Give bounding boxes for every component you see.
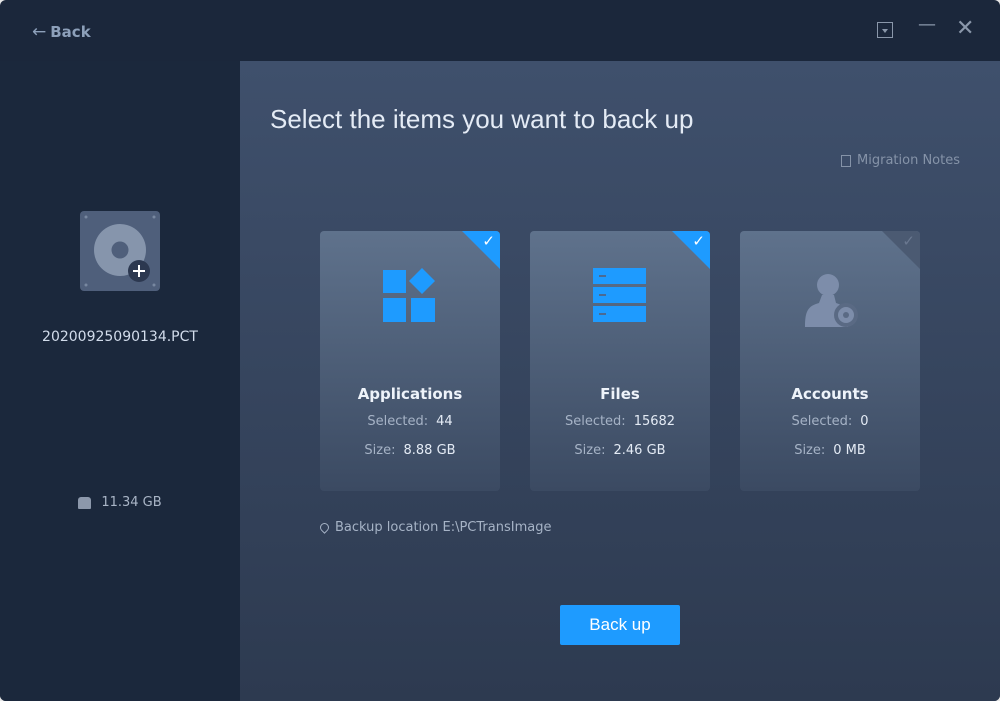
- migration-notes-link[interactable]: Migration Notes: [841, 153, 960, 168]
- menu-dropdown-icon[interactable]: [877, 22, 893, 38]
- arrow-left-icon: ←: [32, 22, 47, 42]
- selected-count: Selected: 15682: [564, 414, 676, 429]
- page-title: Select the items you want to back up: [270, 104, 694, 134]
- selected-count: Selected: 44: [367, 414, 453, 429]
- selected-size: Size: 2.46 GB: [574, 443, 666, 458]
- check-icon: ✓: [482, 232, 495, 250]
- minimize-icon[interactable]: —: [918, 14, 936, 35]
- image-size: 11.34 GB: [0, 495, 240, 510]
- image-size-value: 11.34 GB: [101, 495, 162, 510]
- selected-count: Selected: 0: [791, 414, 869, 429]
- close-icon[interactable]: ✕: [956, 16, 974, 41]
- back-label: Back: [50, 23, 91, 41]
- card-title: Files: [600, 385, 640, 403]
- back-up-button[interactable]: Back up: [560, 605, 680, 645]
- drive-icon: [78, 496, 92, 509]
- app-window: ← Back — ✕ 20200925090134.PCT 11.34 GB Se…: [0, 0, 1000, 701]
- image-file-icon: [80, 211, 160, 291]
- title-bar: ← Back — ✕: [0, 0, 1000, 61]
- applications-icon: [320, 267, 500, 327]
- card-title: Applications: [357, 385, 463, 403]
- main-panel: Select the items you want to back up Mig…: [240, 61, 1000, 701]
- selected-size: Size: 8.88 GB: [364, 443, 456, 458]
- card-files[interactable]: ✓ Files Selected: 15682 Size: 2.46 GB: [530, 231, 710, 491]
- card-accounts[interactable]: ✓ Accounts Selected: 0 Size: 0 MB: [740, 231, 920, 491]
- image-file-name: 20200925090134.PCT: [42, 329, 198, 345]
- back-button[interactable]: ← Back: [32, 22, 91, 42]
- sidebar: [0, 61, 240, 701]
- account-settings-icon: [740, 267, 920, 327]
- location-pin-icon: [318, 521, 331, 534]
- backup-location: Backup location E:\PCTransImage: [318, 520, 552, 535]
- selected-size: Size: 0 MB: [794, 443, 866, 458]
- card-applications[interactable]: ✓ Applications Selected: 44 Size: 8.88 GB: [320, 231, 500, 491]
- card-title: Accounts: [791, 385, 869, 403]
- notes-icon: [841, 154, 852, 167]
- files-icon: [530, 267, 710, 327]
- check-icon: ✓: [692, 232, 705, 250]
- check-icon: ✓: [902, 232, 915, 250]
- migration-notes-label: Migration Notes: [857, 153, 960, 168]
- backup-location-text: Backup location E:\PCTransImage: [335, 520, 552, 535]
